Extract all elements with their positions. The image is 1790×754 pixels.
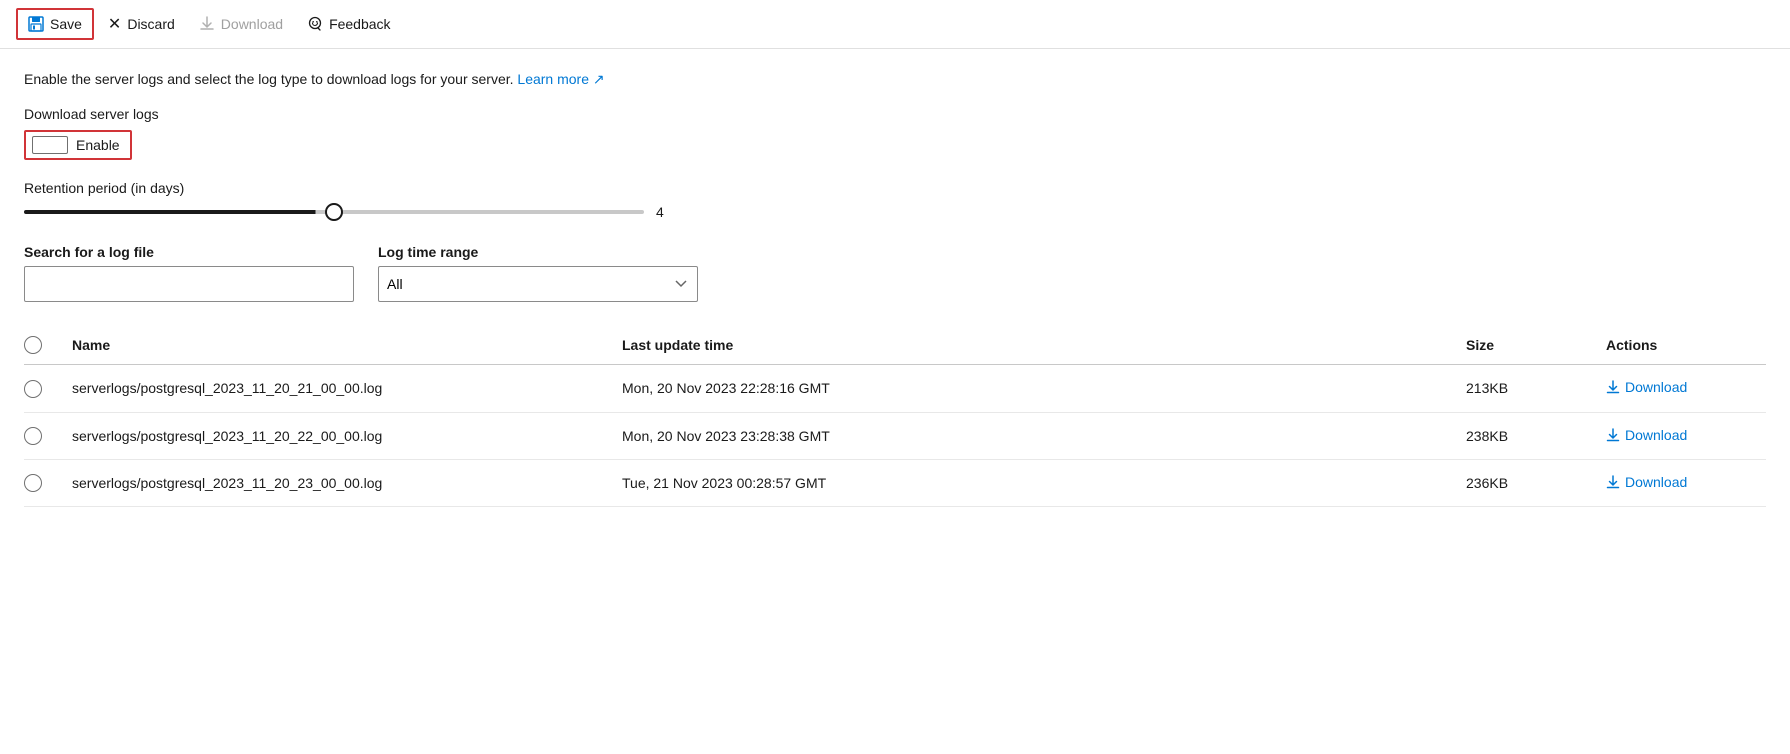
- retention-label: Retention period (in days): [24, 180, 1766, 196]
- row-name-2: serverlogs/postgresql_2023_11_20_23_00_0…: [72, 459, 622, 506]
- row-radio-cell: [24, 412, 72, 459]
- close-icon: ✕: [108, 14, 121, 34]
- table-row: serverlogs/postgresql_2023_11_20_23_00_0…: [24, 459, 1766, 506]
- discard-label: Discard: [127, 16, 174, 32]
- download-button-1[interactable]: Download: [1606, 427, 1687, 443]
- search-group: Search for a log file: [24, 244, 354, 302]
- col-header-name: Name: [72, 326, 622, 365]
- table-body: serverlogs/postgresql_2023_11_20_21_00_0…: [24, 365, 1766, 507]
- save-label: Save: [50, 16, 82, 32]
- download-toolbar-button[interactable]: Download: [189, 10, 293, 38]
- row-name-0: serverlogs/postgresql_2023_11_20_21_00_0…: [72, 365, 622, 412]
- feedback-icon: [307, 16, 323, 32]
- toolbar: Save ✕ Discard Download Feedback: [0, 0, 1790, 49]
- table-header: Name Last update time Size Actions: [24, 326, 1766, 365]
- download-icon-0: [1606, 380, 1620, 394]
- download-button-0[interactable]: Download: [1606, 379, 1687, 395]
- save-icon: [28, 16, 44, 32]
- learn-more-link[interactable]: Learn more ↗: [517, 71, 604, 87]
- discard-button[interactable]: ✕ Discard: [98, 8, 185, 40]
- slider-container: 4: [24, 204, 1766, 220]
- enable-label: Enable: [76, 137, 120, 153]
- toggle-switch[interactable]: [32, 136, 68, 154]
- table-row: serverlogs/postgresql_2023_11_20_21_00_0…: [24, 365, 1766, 412]
- row-time-2: Tue, 21 Nov 2023 00:28:57 GMT: [622, 459, 1466, 506]
- download-toolbar-label: Download: [221, 16, 283, 32]
- col-header-last-update: Last update time: [622, 326, 1466, 365]
- row-size-0: 213KB: [1466, 365, 1606, 412]
- enable-toggle[interactable]: Enable: [24, 130, 132, 160]
- retention-value: 4: [656, 204, 676, 220]
- col-header-actions: Actions: [1606, 326, 1766, 365]
- download-toolbar-icon: [199, 16, 215, 32]
- enable-area: Download server logs Enable: [24, 106, 1766, 160]
- header-radio[interactable]: [24, 336, 42, 354]
- main-content: Enable the server logs and select the lo…: [0, 49, 1790, 527]
- filter-row: Search for a log file Log time range All…: [24, 244, 1766, 302]
- row-radio-1[interactable]: [24, 427, 42, 445]
- section-label: Download server logs: [24, 106, 1766, 122]
- search-input[interactable]: [24, 266, 354, 302]
- download-icon-1: [1606, 428, 1620, 442]
- save-button[interactable]: Save: [16, 8, 94, 40]
- row-name-1: serverlogs/postgresql_2023_11_20_22_00_0…: [72, 412, 622, 459]
- table-row: serverlogs/postgresql_2023_11_20_22_00_0…: [24, 412, 1766, 459]
- time-range-label: Log time range: [378, 244, 698, 260]
- row-time-1: Mon, 20 Nov 2023 23:28:38 GMT: [622, 412, 1466, 459]
- feedback-label: Feedback: [329, 16, 390, 32]
- row-actions-0: Download: [1606, 365, 1766, 412]
- download-icon-2: [1606, 475, 1620, 489]
- col-header-select: [24, 326, 72, 365]
- time-range-select[interactable]: All Last 6 hours Last 12 hours Last 24 h…: [378, 266, 698, 302]
- row-radio-2[interactable]: [24, 474, 42, 492]
- row-time-0: Mon, 20 Nov 2023 22:28:16 GMT: [622, 365, 1466, 412]
- search-label: Search for a log file: [24, 244, 354, 260]
- log-table: Name Last update time Size Actions serve…: [24, 326, 1766, 507]
- row-radio-0[interactable]: [24, 380, 42, 398]
- row-radio-cell: [24, 459, 72, 506]
- download-button-2[interactable]: Download: [1606, 474, 1687, 490]
- row-size-1: 238KB: [1466, 412, 1606, 459]
- row-size-2: 236KB: [1466, 459, 1606, 506]
- retention-slider[interactable]: [24, 210, 644, 214]
- row-radio-cell: [24, 365, 72, 412]
- time-range-group: Log time range All Last 6 hours Last 12 …: [378, 244, 698, 302]
- row-actions-1: Download: [1606, 412, 1766, 459]
- retention-area: Retention period (in days) 4: [24, 180, 1766, 220]
- feedback-button[interactable]: Feedback: [297, 10, 400, 38]
- description-text: Enable the server logs and select the lo…: [24, 69, 1766, 90]
- col-header-size: Size: [1466, 326, 1606, 365]
- row-actions-2: Download: [1606, 459, 1766, 506]
